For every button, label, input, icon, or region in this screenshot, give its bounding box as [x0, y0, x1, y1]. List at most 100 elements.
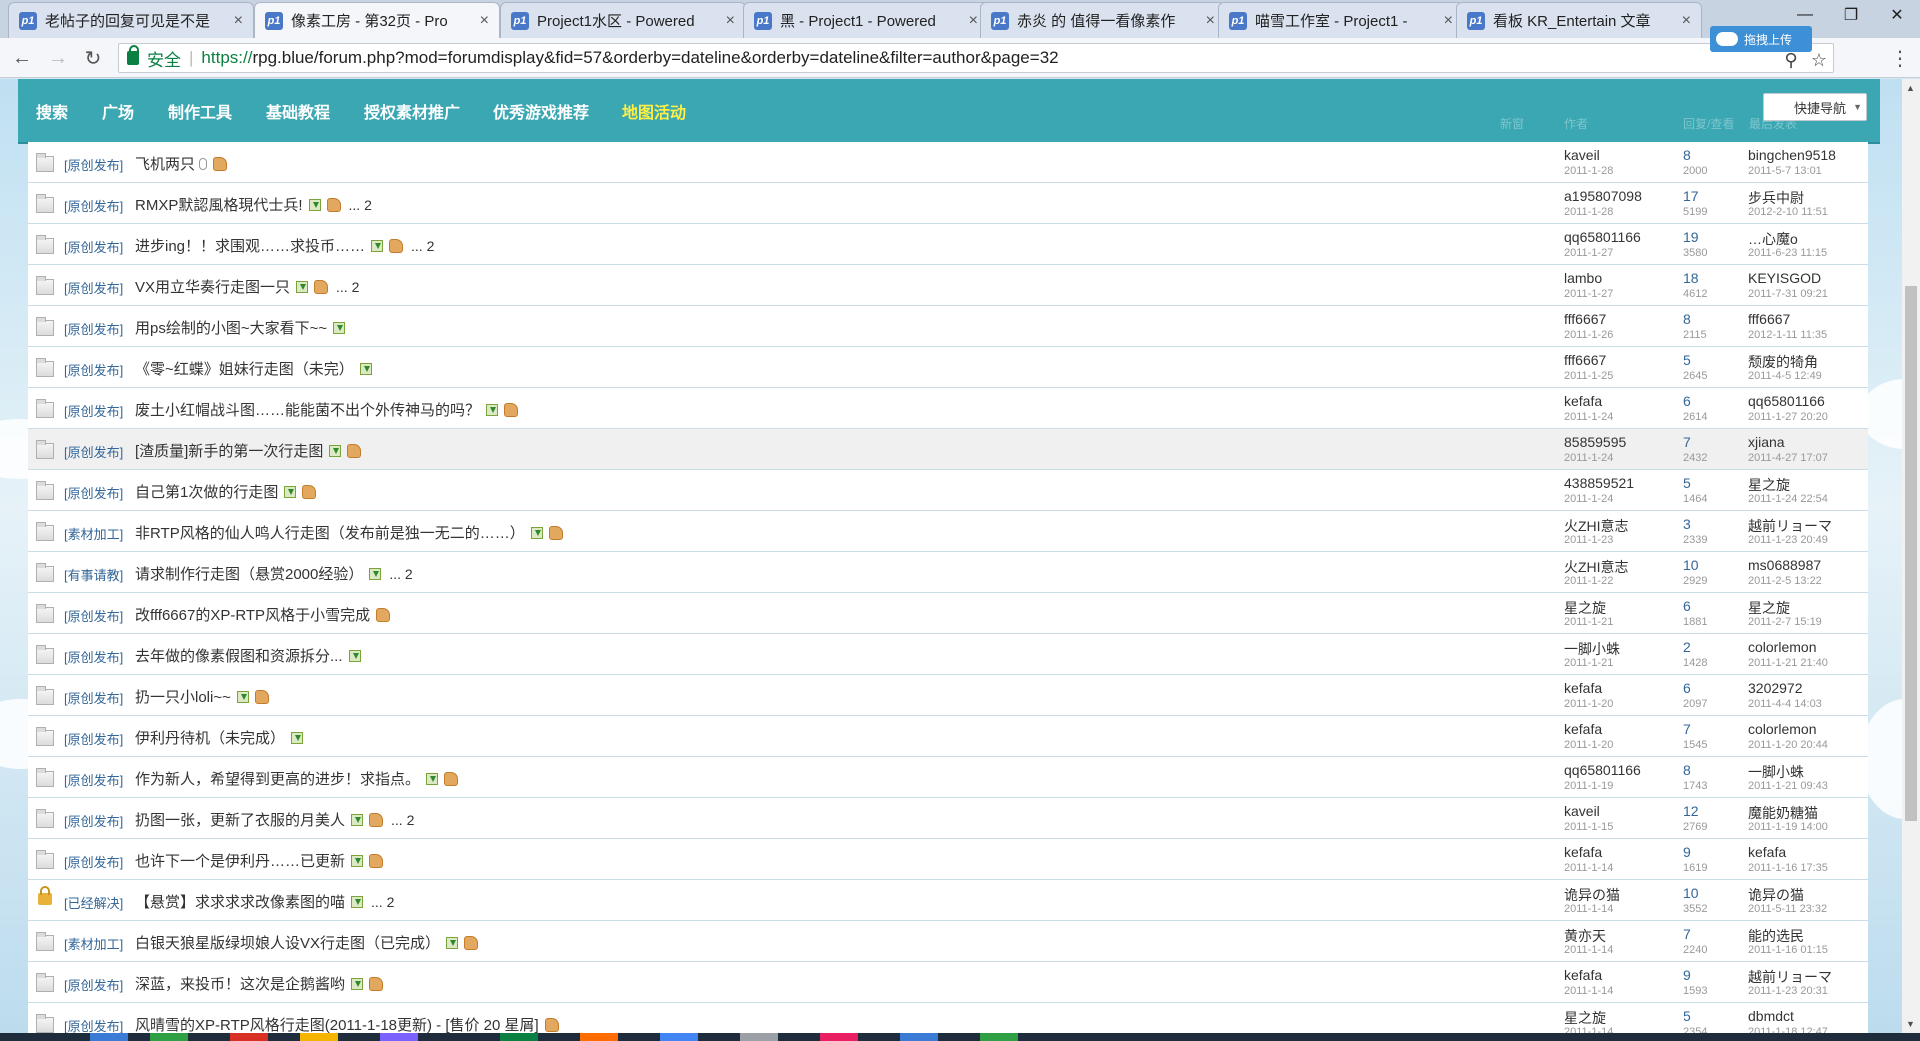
thread-category-link[interactable]: [原创发布]: [64, 196, 123, 215]
thread-title-link[interactable]: 请求制作行走图（悬赏2000经验）: [135, 563, 363, 584]
last-post-date[interactable]: 2011-1-27 20:20: [1748, 411, 1828, 423]
maximize-icon[interactable]: ❐: [1828, 0, 1874, 30]
last-post-date[interactable]: 2012-1-11 11:35: [1748, 329, 1827, 341]
thread-author[interactable]: 438859521: [1564, 475, 1634, 491]
drag-upload-button[interactable]: 拖拽上传: [1710, 26, 1812, 52]
last-post-date[interactable]: 2011-1-21 21:40: [1748, 657, 1828, 669]
thread-category-link[interactable]: [素材加工]: [64, 934, 123, 953]
scrollbar-thumb[interactable]: [1905, 286, 1917, 821]
thread-reply-count[interactable]: 7: [1683, 721, 1691, 737]
thread-folder-icon[interactable]: [36, 932, 54, 951]
last-poster[interactable]: 诡异の猫: [1748, 885, 1804, 905]
last-poster[interactable]: qq65801166: [1748, 393, 1825, 409]
last-poster[interactable]: 步兵中尉: [1748, 188, 1804, 208]
thread-page-link[interactable]: ... 2: [349, 197, 372, 213]
table-row[interactable]: [原创发布] 也许下一个是伊利丹……已更新 kefafa 2011-1-14 9 1619…: [28, 839, 1868, 880]
thread-folder-icon[interactable]: [36, 358, 54, 377]
tab-close-icon[interactable]: ×: [1444, 12, 1453, 30]
last-post-date[interactable]: 2012-2-10 11:51: [1748, 206, 1828, 218]
thread-author[interactable]: kaveil: [1564, 803, 1600, 819]
table-row[interactable]: [原创发布] 伊利丹待机（未完成） kefafa 2011-1-20 7 1545 colo…: [28, 716, 1868, 757]
back-arrow-icon[interactable]: ←: [10, 46, 34, 70]
thread-author[interactable]: a195807098: [1564, 188, 1642, 204]
table-row[interactable]: [素材加工] 非RTP风格的仙人鸣人行走图（发布前是独一无二的……） 火ZHI意志 2…: [28, 511, 1868, 552]
tab-close-icon[interactable]: ×: [234, 12, 243, 30]
tab-close-icon[interactable]: ×: [480, 12, 489, 30]
thread-reply-count[interactable]: 6: [1683, 680, 1691, 696]
thread-page-link[interactable]: ... 2: [411, 238, 434, 254]
reload-icon[interactable]: ↻: [81, 46, 105, 70]
tab-close-icon[interactable]: ×: [1206, 12, 1215, 30]
thread-folder-icon[interactable]: [36, 727, 54, 746]
last-poster[interactable]: 越前リョーマ: [1748, 516, 1832, 536]
taskbar-app-icon[interactable]: [580, 1033, 618, 1041]
vertical-scrollbar[interactable]: ▲ ▼: [1902, 79, 1920, 1033]
nav-item[interactable]: 制作工具: [168, 99, 232, 123]
taskbar-app-icon[interactable]: [820, 1033, 858, 1041]
table-row[interactable]: [原创发布] 废土小红帽战斗图……能能菌不出个外传神马的吗？ kefafa 2011-…: [28, 388, 1868, 429]
thread-reply-count[interactable]: 10: [1683, 557, 1699, 573]
thread-author[interactable]: 星之旋: [1564, 1008, 1606, 1028]
thread-category-link[interactable]: [原创发布]: [64, 155, 123, 174]
thread-author[interactable]: qq65801166: [1564, 762, 1641, 778]
thread-author[interactable]: fff6667: [1564, 352, 1606, 368]
thread-page-link[interactable]: ... 2: [371, 894, 394, 910]
thread-folder-icon[interactable]: [36, 440, 54, 459]
thread-category-link[interactable]: [原创发布]: [64, 606, 123, 625]
thread-category-link[interactable]: [原创发布]: [64, 729, 123, 748]
nav-item[interactable]: 优秀游戏推荐: [493, 99, 589, 123]
last-post-date[interactable]: 2011-7-31 09:21: [1748, 288, 1828, 300]
thread-folder-icon[interactable]: [36, 235, 54, 254]
last-post-date[interactable]: 2011-6-23 11:15: [1748, 247, 1827, 259]
tab-close-icon[interactable]: ×: [1682, 12, 1691, 30]
last-post-date[interactable]: 2011-4-4 14:03: [1748, 698, 1822, 710]
thread-folder-icon[interactable]: [36, 317, 54, 336]
last-poster[interactable]: 星之旋: [1748, 598, 1790, 618]
taskbar-app-icon[interactable]: [980, 1033, 1018, 1041]
last-poster[interactable]: ms0688987: [1748, 557, 1821, 573]
thread-reply-count[interactable]: 7: [1683, 926, 1691, 942]
last-post-date[interactable]: 2011-1-23 20:49: [1748, 534, 1828, 546]
thread-category-link[interactable]: [原创发布]: [64, 319, 123, 338]
browser-tab[interactable]: p1 黑 - Project1 - Powered ×: [743, 2, 989, 38]
tab-close-icon[interactable]: ×: [726, 12, 735, 30]
last-poster[interactable]: colorlemon: [1748, 639, 1816, 655]
table-row[interactable]: [原创发布] 扔图一张，更新了衣服的月美人 ... 2 kaveil 2011-1-15…: [28, 798, 1868, 839]
last-poster[interactable]: colorlemon: [1748, 721, 1816, 737]
table-row[interactable]: [原创发布] 飞机两只 kaveil 2011-1-28 8 2000 bingchen95…: [28, 142, 1868, 183]
table-row[interactable]: [原创发布] 作为新人，希望得到更高的进步！求指点。 qq65801166 2011-…: [28, 757, 1868, 798]
table-row[interactable]: [原创发布] 用ps绘制的小图~大家看下~~ fff6667 2011-1-26 8 21…: [28, 306, 1868, 347]
table-row[interactable]: [原创发布] 风晴雪的XP-RTP风格行走图(2011-1-18更新) - [售价…: [28, 1003, 1868, 1033]
thread-reply-count[interactable]: 12: [1683, 803, 1699, 819]
thread-category-link[interactable]: [原创发布]: [64, 1016, 123, 1033]
table-row[interactable]: [有事请教] 请求制作行走图（悬赏2000经验） ... 2 火ZHI意志 2011-1…: [28, 552, 1868, 593]
taskbar-app-icon[interactable]: [900, 1033, 938, 1041]
thread-folder-icon[interactable]: [36, 522, 54, 541]
taskbar-app-icon[interactable]: [300, 1033, 338, 1041]
thread-reply-count[interactable]: 2: [1683, 639, 1691, 655]
thread-folder-icon[interactable]: [36, 481, 54, 500]
thread-author[interactable]: kefafa: [1564, 393, 1602, 409]
browser-tab[interactable]: p1 Project1水区 - Powered ×: [500, 2, 746, 38]
table-row[interactable]: [素材加工] 白银天狼星版绿坝娘人设VX行走图（已完成） 黄亦天 2011-1-14 7…: [28, 921, 1868, 962]
thread-folder-icon[interactable]: [36, 973, 54, 992]
last-post-date[interactable]: 2011-1-16 01:15: [1748, 944, 1828, 956]
last-post-date[interactable]: 2011-1-18 12:47: [1748, 1026, 1828, 1033]
thread-reply-count[interactable]: 19: [1683, 229, 1699, 245]
last-poster[interactable]: xjiana: [1748, 434, 1785, 450]
thread-author[interactable]: kefafa: [1564, 967, 1602, 983]
last-poster[interactable]: bingchen9518: [1748, 147, 1836, 163]
thread-author[interactable]: lambo: [1564, 270, 1602, 286]
taskbar-app-icon[interactable]: [500, 1033, 538, 1041]
taskbar-app-icon[interactable]: [660, 1033, 698, 1041]
table-row[interactable]: [原创发布] 去年做的像素假图和资源拆分... 一脚小蛛 2011-1-21 2 1428…: [28, 634, 1868, 675]
thread-category-link[interactable]: [原创发布]: [64, 647, 123, 666]
forward-arrow-icon[interactable]: →: [46, 46, 70, 70]
thread-category-link[interactable]: [素材加工]: [64, 524, 123, 543]
thread-title-link[interactable]: 飞机两只: [135, 153, 195, 174]
thread-title-link[interactable]: 废土小红帽战斗图……能能菌不出个外传神马的吗？: [135, 399, 480, 420]
last-post-date[interactable]: 2011-4-5 12:49: [1748, 370, 1822, 382]
thread-title-link[interactable]: 深蓝，来投币！这次是企鹅酱哟: [135, 973, 345, 994]
thread-author[interactable]: 一脚小蛛: [1564, 639, 1620, 659]
thread-folder-icon[interactable]: [36, 686, 54, 705]
